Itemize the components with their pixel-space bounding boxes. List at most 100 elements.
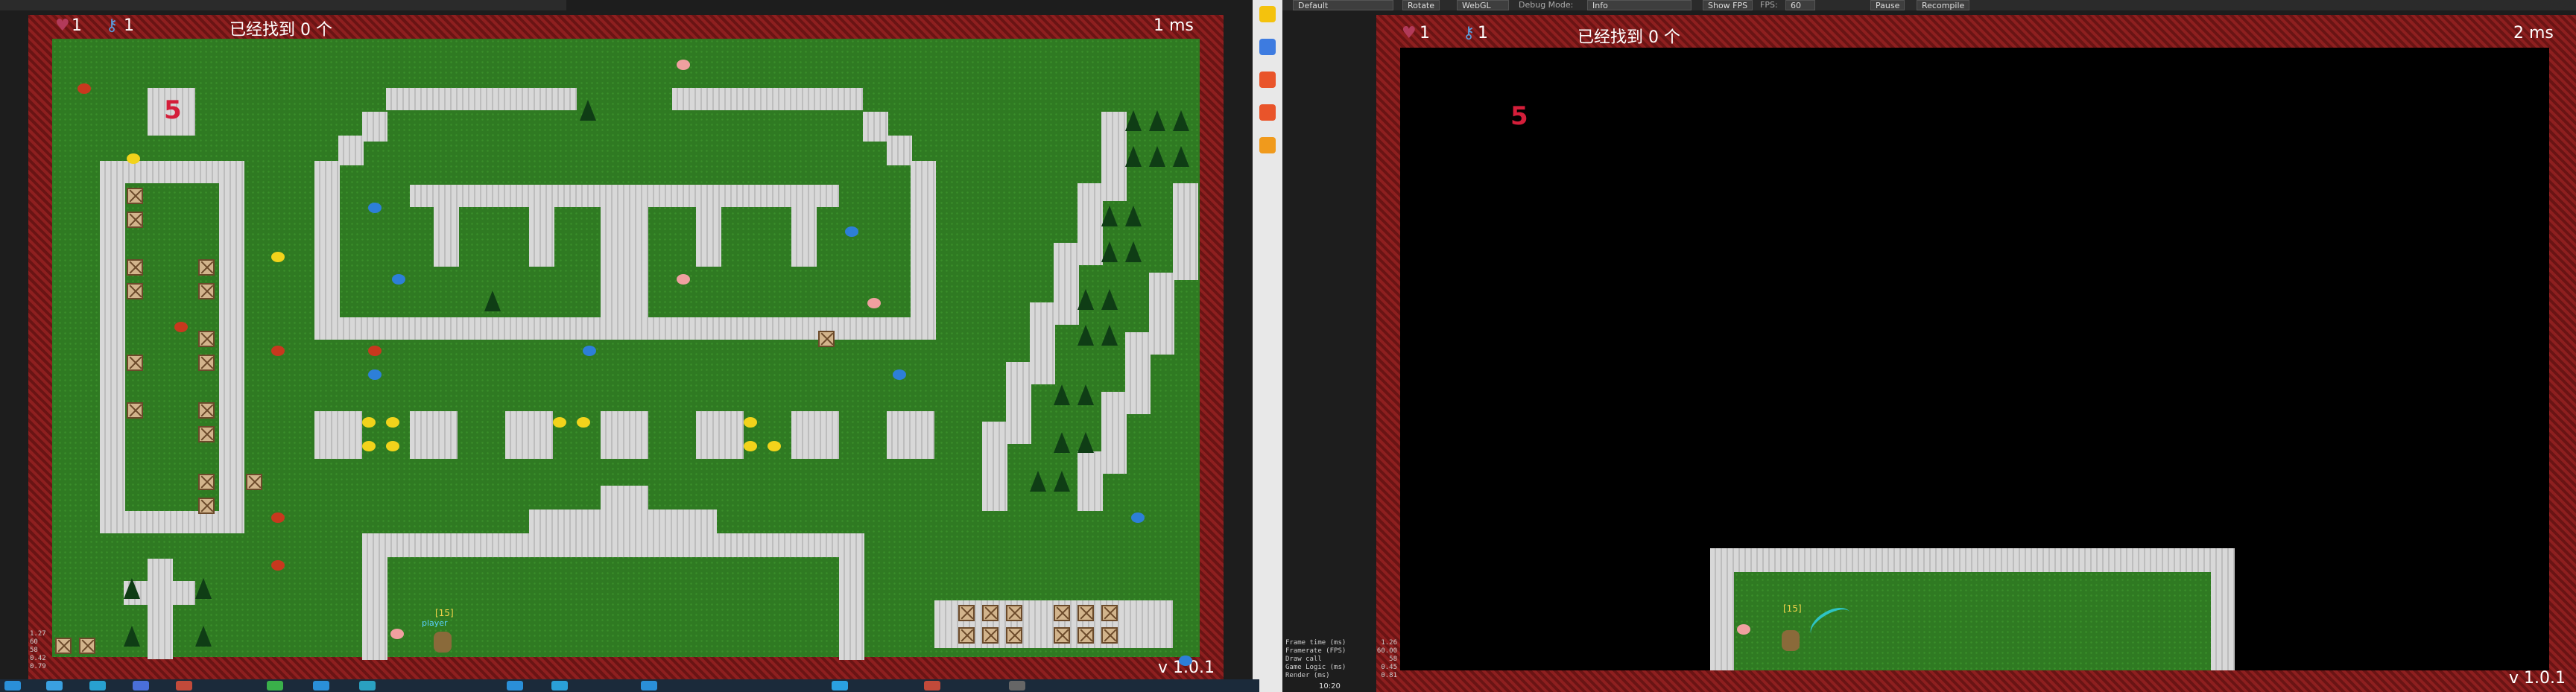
tree	[124, 626, 140, 647]
show-fps-button[interactable]: Show FPS	[1703, 0, 1753, 10]
stat-value: 0.45	[1381, 664, 1397, 671]
renderer-select[interactable]: WebGL	[1457, 0, 1509, 10]
crate	[246, 474, 262, 490]
tree	[1077, 325, 1094, 346]
taskbar-app-icon[interactable]	[133, 681, 149, 691]
right-game-view[interactable]: ♥ 1 ⚷ 1 已经找到 0 个 2 ms v 1.0.1 5 [15]	[1376, 15, 2576, 692]
right-perf-stats: Frame time (ms) 1.26 Framerate (FPS) 60.…	[1285, 639, 1397, 680]
stat-row: Render (ms) 0.81	[1285, 672, 1397, 680]
banana-item	[127, 153, 140, 164]
potion-item	[1131, 512, 1145, 523]
lives-count: 1	[1420, 24, 1430, 42]
taskbar-app-icon[interactable]	[551, 681, 568, 691]
wall	[1149, 273, 1174, 355]
stat-row: Framerate (FPS) 60.00	[1285, 647, 1397, 656]
tree	[1149, 146, 1165, 167]
pause-button[interactable]: Pause	[1870, 0, 1905, 10]
stat-value: 58	[30, 647, 38, 654]
crate	[127, 259, 143, 276]
meat-item	[677, 60, 690, 70]
crate	[55, 638, 72, 654]
banana-item	[744, 417, 757, 428]
crate	[198, 474, 215, 490]
taskbar-app-icon[interactable]	[89, 681, 106, 691]
tree	[1125, 146, 1142, 167]
banana-item	[553, 417, 566, 428]
taskbar-app-icon[interactable]	[832, 681, 848, 691]
wall	[1101, 112, 1127, 201]
tree	[1077, 384, 1094, 405]
room-number: 5	[164, 95, 182, 125]
crate	[1077, 605, 1094, 621]
tree	[1054, 432, 1070, 453]
wall	[791, 185, 817, 267]
wall	[314, 161, 340, 340]
taskbar-app-icon[interactable]	[176, 681, 192, 691]
wall	[982, 422, 1007, 511]
wall	[696, 411, 744, 459]
tree	[1030, 471, 1046, 492]
tree	[1077, 432, 1094, 453]
star-icon[interactable]	[1259, 6, 1276, 22]
tree	[1101, 289, 1118, 310]
fruit-item	[77, 83, 91, 94]
stat-value: 0.42	[30, 655, 46, 662]
left-top-strip	[0, 0, 566, 10]
fps-input[interactable]: 60	[1785, 0, 1815, 10]
note-icon[interactable]	[1259, 137, 1276, 153]
player-level-tag: [15]	[435, 608, 454, 618]
crate	[1054, 627, 1070, 644]
player-character[interactable]	[431, 627, 455, 654]
found-count-text: 已经找到 0 个	[230, 21, 332, 39]
wall	[863, 112, 888, 142]
frame-time-text: 2 ms	[2513, 24, 2554, 42]
tree	[1101, 325, 1118, 346]
taskbar-app-icon[interactable]	[4, 681, 21, 691]
crate	[127, 355, 143, 371]
stat-value: 60.00	[1376, 647, 1397, 655]
taskbar-app-icon[interactable]	[1009, 681, 1025, 691]
wall	[529, 185, 554, 267]
rotate-button[interactable]: Rotate	[1402, 0, 1440, 10]
taskbar-app-icon[interactable]	[313, 681, 329, 691]
taskbar-app-icon[interactable]	[267, 681, 283, 691]
weibo-icon[interactable]	[1259, 72, 1276, 88]
taskbar-app-icon[interactable]	[507, 681, 523, 691]
layout-select[interactable]: Default	[1293, 0, 1393, 10]
wall	[887, 136, 912, 165]
taskbar-app-icon[interactable]	[46, 681, 63, 691]
wall	[1077, 183, 1103, 265]
wall	[887, 411, 934, 459]
crate	[198, 498, 215, 514]
wall	[148, 559, 173, 659]
banana-item	[362, 441, 376, 451]
tree	[1054, 471, 1070, 492]
debug-mode-select[interactable]: Info	[1587, 0, 1692, 10]
crate	[127, 283, 143, 299]
taskbar-app-icon[interactable]	[924, 681, 940, 691]
stat-label: Render (ms)	[1285, 672, 1330, 679]
list-icon[interactable]	[1259, 39, 1276, 55]
taskbar-app-icon[interactable]	[359, 681, 376, 691]
left-game-view[interactable]: ♥ 1 ⚷ 1 已经找到 0 个 1 ms v 1.0.1 5 [15] pla…	[28, 15, 1224, 679]
crate	[79, 638, 95, 654]
player-character[interactable]	[1779, 626, 1803, 653]
keys-count: 1	[124, 16, 134, 35]
wall	[601, 411, 648, 459]
wall	[911, 161, 936, 340]
wall	[1054, 243, 1079, 325]
potion-item	[368, 203, 382, 213]
wall	[362, 533, 387, 660]
crate	[198, 331, 215, 347]
settings-icon[interactable]	[1259, 104, 1276, 121]
lives-icon: ♥	[55, 16, 70, 35]
crate	[127, 212, 143, 228]
wall	[434, 185, 459, 267]
fruit-item	[368, 346, 382, 356]
key-icon: ⚷	[106, 16, 118, 35]
taskbar-app-icon[interactable]	[641, 681, 657, 691]
banana-item	[577, 417, 590, 428]
wall	[1077, 451, 1103, 511]
recompile-button[interactable]: Recompile	[1917, 0, 1970, 10]
wall	[791, 411, 839, 459]
